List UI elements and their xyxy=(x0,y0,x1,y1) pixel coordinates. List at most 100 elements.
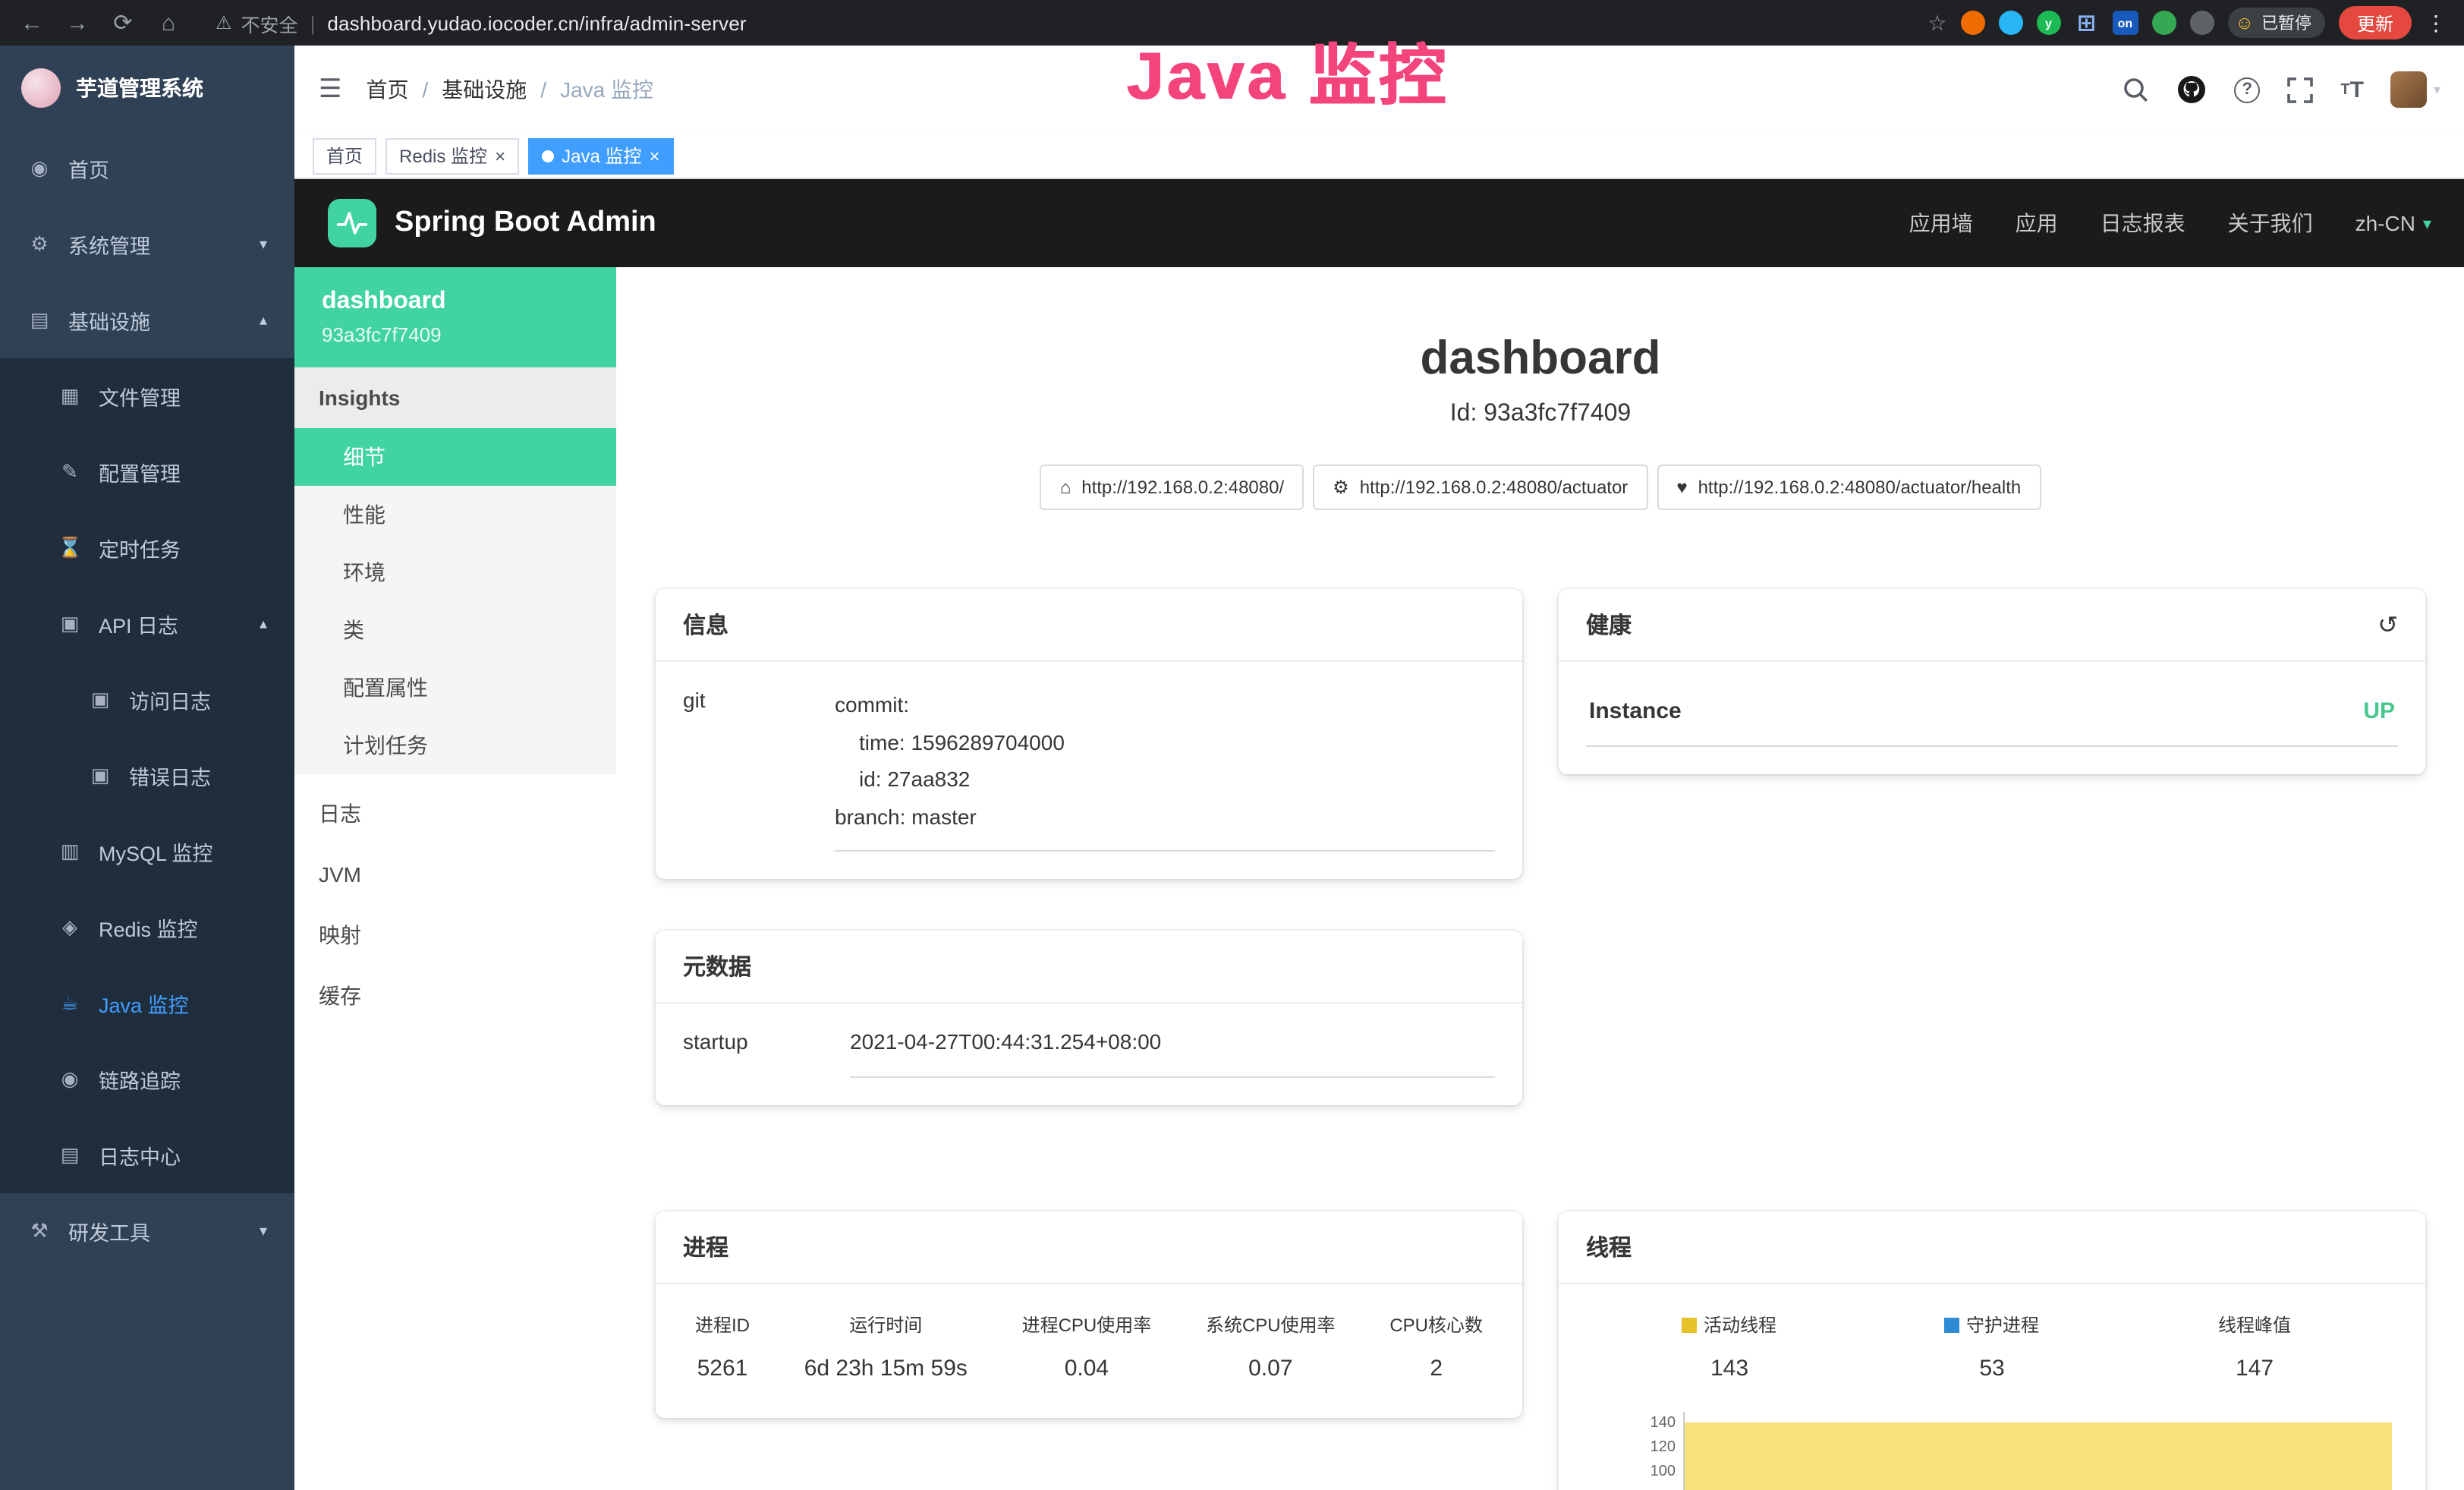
sba-nav-wallboard[interactable]: 应用墙 xyxy=(1909,208,1973,238)
sba-item-metrics[interactable]: 性能 xyxy=(294,486,616,543)
breadcrumb-separator: / xyxy=(540,77,546,102)
threads-card-body: 活动线程 143 守护进程 xyxy=(1559,1284,2425,1490)
col-header: 进程CPU使用率 xyxy=(1022,1312,1152,1337)
browser-home-icon[interactable]: ⌂ xyxy=(155,10,182,36)
extension-fox-icon[interactable] xyxy=(1960,11,1984,35)
sidebar-item-error-log[interactable]: ▣ 错误日志 xyxy=(0,738,294,814)
wrench-icon: ⚙ xyxy=(1333,477,1349,498)
sba-item-jvm[interactable]: JVM xyxy=(294,844,616,905)
sba-item-config-props[interactable]: 配置属性 xyxy=(294,659,616,717)
health-row[interactable]: Instance UP xyxy=(1586,686,2398,747)
close-icon[interactable]: × xyxy=(495,146,505,165)
sba-item-details[interactable]: 细节 xyxy=(294,428,616,486)
active-threads-area xyxy=(1685,1422,2392,1490)
extension-grid-icon[interactable]: ⊞ xyxy=(2074,11,2098,35)
sba-nav-journal[interactable]: 日志报表 xyxy=(2101,208,2186,238)
tool-icon: ⚒ xyxy=(27,1219,52,1243)
sba-item-mappings[interactable]: 映射 xyxy=(294,905,616,966)
extension-y-icon[interactable]: y xyxy=(2036,11,2060,35)
extension-leaf-icon[interactable] xyxy=(2151,11,2176,35)
forward-icon[interactable]: → xyxy=(64,10,91,36)
app-logo-row[interactable]: 芋道管理系统 xyxy=(0,46,294,131)
paused-label: 已暂停 xyxy=(2261,11,2311,35)
breadcrumb-item[interactable]: 首页 xyxy=(367,74,409,105)
font-size-icon[interactable]: TT xyxy=(2340,77,2364,102)
bookmark-star-icon[interactable]: ☆ xyxy=(1927,10,1946,36)
breadcrumb-item[interactable]: 基础设施 xyxy=(442,74,527,105)
sba-brand[interactable]: Spring Boot Admin xyxy=(395,206,656,240)
sidebar-item-file-manage[interactable]: ▦ 文件管理 xyxy=(0,358,294,434)
service-url-button[interactable]: ⌂ http://192.168.0.2:48080/ xyxy=(1040,465,1304,510)
sba-nav-about[interactable]: 关于我们 xyxy=(2228,208,2313,238)
browser-menu-icon[interactable]: ⋮ xyxy=(2425,10,2447,36)
paused-badge[interactable]: ☺ 已暂停 xyxy=(2227,8,2325,38)
link-label: http://192.168.0.2:48080/actuator/health xyxy=(1698,477,2022,498)
health-url-button[interactable]: ♥ http://192.168.0.2:48080/actuator/heal… xyxy=(1657,465,2041,510)
sba-item-logs[interactable]: 日志 xyxy=(294,783,616,844)
sba-item-caches[interactable]: 缓存 xyxy=(294,966,616,1026)
reload-icon[interactable]: ⟳ xyxy=(109,9,137,36)
chrome-update-button[interactable]: 更新 xyxy=(2339,6,2412,39)
sba-item-scheduled-tasks[interactable]: 计划任务 xyxy=(294,717,616,774)
legend-peak-threads: 线程峰值 147 xyxy=(2123,1312,2386,1381)
menu-label: 研发工具 xyxy=(68,1216,150,1246)
back-icon[interactable]: ← xyxy=(18,10,46,36)
search-icon[interactable] xyxy=(2122,76,2149,103)
metadata-key: startup xyxy=(683,1028,850,1078)
legend-value: 53 xyxy=(1861,1356,2123,1381)
admin-sidebar: 芋道管理系统 ◉ 首页 ⚙ 系统管理 ▾ ▤ 基础设施 ▴ ▦ 文件管理 ✎ xyxy=(0,46,294,1490)
sidebar-item-redis-monitor[interactable]: ◈ Redis 监控 xyxy=(0,890,294,966)
menu-label: 基础设施 xyxy=(68,305,150,335)
sba-section-insights[interactable]: Insights xyxy=(294,367,616,428)
sidebar-item-home[interactable]: ◉ 首页 xyxy=(0,131,294,206)
extension-puzzle-icon[interactable] xyxy=(2189,11,2214,35)
extension-on-icon[interactable]: on xyxy=(2112,11,2138,35)
big-t: T xyxy=(2350,77,2364,102)
security-chip[interactable]: ⚠ 不安全 | dashboard.yudao.iocoder.cn/infra… xyxy=(216,8,747,37)
threads-chart: 140 120 100 xyxy=(1586,1412,2398,1490)
sidebar-item-mysql-monitor[interactable]: ▥ MySQL 监控 xyxy=(0,814,294,890)
database-icon: ▥ xyxy=(58,840,82,864)
sba-nav-applications[interactable]: 应用 xyxy=(2016,208,2058,238)
java-icon: ☕ xyxy=(58,991,82,1016)
fullscreen-icon[interactable] xyxy=(2287,77,2313,102)
help-icon[interactable]: ? xyxy=(2234,77,2260,102)
actuator-url-button[interactable]: ⚙ http://192.168.0.2:48080/actuator xyxy=(1313,465,1647,510)
link-label: http://192.168.0.2:48080/ xyxy=(1081,477,1284,498)
security-label: 不安全 xyxy=(241,8,298,37)
sidebar-item-config-manage[interactable]: ✎ 配置管理 xyxy=(0,434,294,510)
history-icon[interactable]: ↺ xyxy=(2377,610,2398,640)
threads-legend: 活动线程 143 守护进程 xyxy=(1586,1309,2398,1381)
sidebar-item-api-log[interactable]: ▣ API 日志 ▴ xyxy=(0,586,294,662)
tab-java-monitor[interactable]: Java 监控 × xyxy=(528,137,673,174)
user-avatar[interactable]: ▾ xyxy=(2391,71,2440,108)
col-value: 2 xyxy=(1389,1356,1483,1381)
sidebar-item-log-center[interactable]: ▤ 日志中心 xyxy=(0,1117,294,1193)
sidebar-item-java-monitor[interactable]: ☕ Java 监控 xyxy=(0,966,294,1041)
sba-locale-select[interactable]: zh-CN ▾ xyxy=(2355,211,2431,235)
extension-drop-icon[interactable] xyxy=(1998,11,2022,35)
sba-item-classes[interactable]: 类 xyxy=(294,601,616,659)
hamburger-icon[interactable]: ☰ xyxy=(319,74,342,105)
github-icon[interactable] xyxy=(2176,74,2207,105)
screen: Java 监控 ← → ⟳ ⌂ ⚠ 不安全 | dashboard.yudao.… xyxy=(0,0,2464,1490)
sidebar-item-infra[interactable]: ▤ 基础设施 ▴ xyxy=(0,282,294,358)
tab-redis-monitor[interactable]: Redis 监控 × xyxy=(385,137,519,174)
info-card-title: 信息 xyxy=(656,589,1522,662)
legend-daemon-threads: 守护进程 53 xyxy=(1861,1312,2123,1381)
address-url[interactable]: dashboard.yudao.iocoder.cn/infra/admin-s… xyxy=(327,11,746,34)
sidebar-item-access-log[interactable]: ▣ 访问日志 xyxy=(0,662,294,738)
sidebar-item-system[interactable]: ⚙ 系统管理 ▾ xyxy=(0,206,294,282)
tab-home[interactable]: 首页 xyxy=(313,137,376,174)
sba-item-environment[interactable]: 环境 xyxy=(294,543,616,601)
close-icon[interactable]: × xyxy=(649,146,659,165)
instance-links: ⌂ http://192.168.0.2:48080/ ⚙ http://192… xyxy=(656,465,2425,510)
chevron-up-icon: ▴ xyxy=(260,616,267,632)
sidebar-item-tracing[interactable]: ◉ 链路追踪 xyxy=(0,1041,294,1117)
instance-header[interactable]: dashboard 93a3fc7f7409 xyxy=(294,267,616,367)
sidebar-item-dev-tools[interactable]: ⚒ 研发工具 ▾ xyxy=(0,1193,294,1269)
info-key: git xyxy=(683,686,835,852)
sidebar-item-scheduled-jobs[interactable]: ⌛ 定时任务 xyxy=(0,510,294,586)
process-card-title: 进程 xyxy=(656,1211,1522,1284)
redis-icon: ◈ xyxy=(58,915,82,940)
